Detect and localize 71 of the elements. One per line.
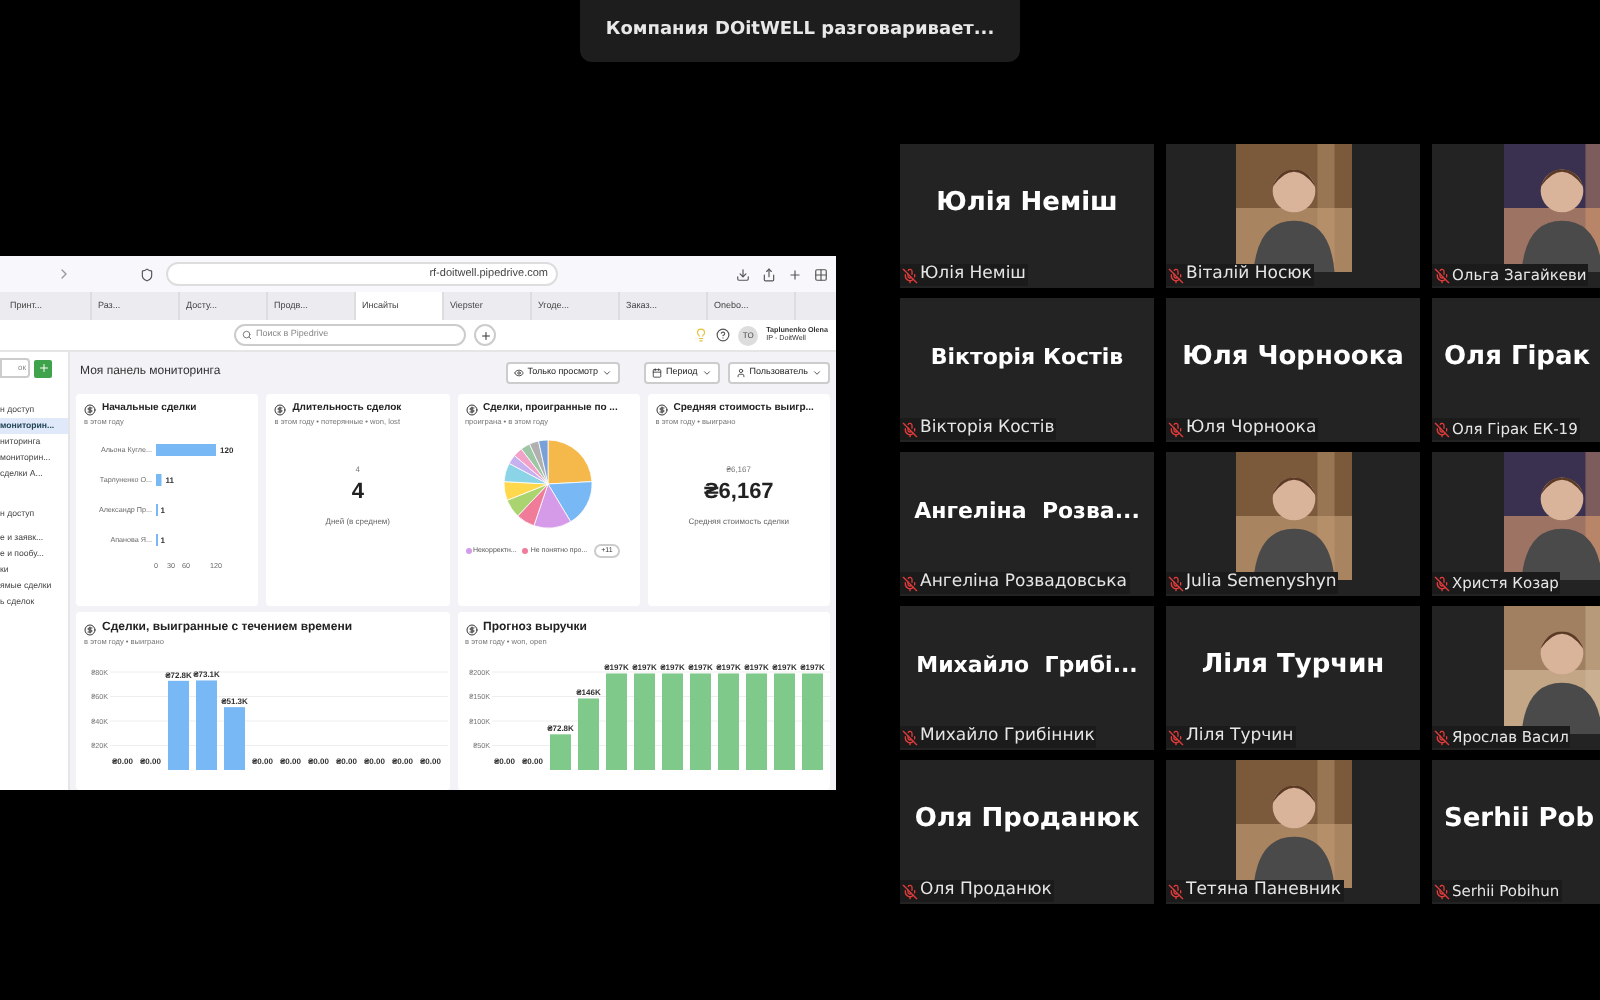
name-label: Юлія Неміш [900,264,1028,286]
bar [773,672,794,770]
calendar-icon [652,368,662,378]
video-tile[interactable]: Julia Semenyshyn [1166,452,1420,596]
video-tile[interactable]: Віталій Носюк [1166,144,1420,288]
grid-icon[interactable] [814,267,828,281]
metric-value: 4 [351,478,364,509]
eye-icon [513,368,524,378]
name-label: Віталій Носюк [1166,264,1314,286]
bar [745,672,766,770]
coin-icon [84,623,96,635]
participant-name: Юлія Неміш [936,186,1118,223]
name-label: Ліля Турчин [1166,726,1296,748]
participant-name: Оля Гірак [1444,340,1591,377]
participant-name: Юля Чорноока [1182,340,1404,377]
coin-icon [655,403,668,416]
bar [549,733,570,770]
name-label: Оля Проданюк [900,880,1054,902]
name-label: Юля Чорноока [1166,418,1319,440]
bar [633,672,654,770]
forward-icon[interactable] [56,266,72,282]
video-tile[interactable]: Юля Чорноока Юля Чорноока [1166,298,1420,442]
bar [689,672,710,770]
video-tile[interactable]: Ліля Турчин Ліля Турчин [1166,606,1420,750]
coin-icon [84,403,96,416]
bar [661,672,682,770]
shield-icon [140,267,154,281]
coin-icon [274,403,287,416]
name-label: Julia Semenyshyn [1166,572,1339,594]
new-tab-icon[interactable] [788,267,802,281]
add-button[interactable] [34,359,52,377]
participant-name: Оля Проданюк [914,802,1140,839]
speaker-banner: Компания DOitWELL разговаривает... [580,0,1020,62]
bar [717,672,738,770]
bar [156,474,162,487]
caret-icon [701,368,712,378]
video-tile[interactable]: Юлія Неміш Юлія Неміш [900,144,1154,288]
participant-name: Михайло Грибі... [916,649,1138,682]
bar [168,680,189,770]
caret-icon [812,368,822,378]
video-tile[interactable]: Вікторія Костів Вікторія Костів [900,298,1154,442]
help-icon[interactable] [716,328,731,342]
participant-name: Вікторія Костів [930,341,1124,374]
bar [577,697,598,770]
name-label: Тетяна Паневник [1166,880,1344,902]
plus-icon [479,329,491,341]
bar [605,672,626,770]
video-tile[interactable]: Тетяна Паневник [1166,760,1420,904]
search-icon [242,330,252,340]
name-label: Михайло Грибінник [900,726,1097,748]
metric-value: ₴6,167 [703,478,774,509]
video-tile[interactable]: Михайло Грибі... Михайло Грибінник [900,606,1154,750]
caret-icon [602,368,612,378]
share-icon[interactable] [762,267,776,281]
bar [156,444,216,457]
participant-name: Serhii Pob [1444,802,1595,839]
participant-name: Ангеліна Розва... [914,495,1140,528]
video-tile[interactable]: Оля Проданюк Оля Проданюк [900,760,1154,904]
person-icon [735,368,746,378]
video-tile[interactable]: Ангеліна Розва... Ангеліна Розвадовська [900,452,1154,596]
bar [196,679,217,770]
bar [224,706,245,770]
name-label: Ангеліна Розвадовська [900,572,1130,594]
participant-name: Ліля Турчин [1201,648,1385,685]
bar [801,672,822,770]
add-button[interactable] [474,324,496,346]
name-label: Вікторія Костів [900,418,1057,440]
lightbulb-icon[interactable] [694,328,709,342]
download-icon[interactable] [736,267,750,281]
coin-icon [465,403,477,416]
plus-icon [37,362,49,374]
